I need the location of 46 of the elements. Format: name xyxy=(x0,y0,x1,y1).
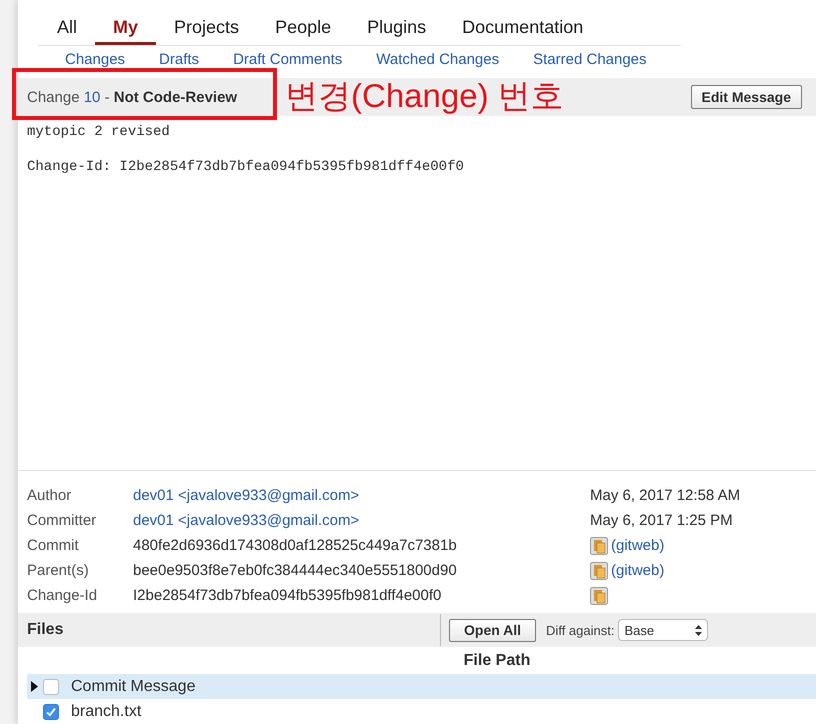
file-checkbox[interactable] xyxy=(43,704,59,720)
file-row[interactable]: Commit Message xyxy=(27,674,816,699)
copy-icon[interactable] xyxy=(590,536,608,554)
copy-icon[interactable] xyxy=(590,562,608,580)
date-text: May 6, 2017 12:58 AM xyxy=(590,487,740,504)
person-link[interactable]: dev01 <javalove933@gmail.com> xyxy=(133,512,590,529)
column-header: File Path xyxy=(464,652,530,670)
subnav-link[interactable]: Draft Comments xyxy=(233,51,342,68)
nav-tab[interactable]: My xyxy=(95,15,156,45)
nav-tab[interactable]: All xyxy=(39,15,96,45)
open-all-button[interactable]: Open All xyxy=(449,618,536,642)
subnav-link[interactable]: Watched Changes xyxy=(376,51,500,68)
commit-change-id: Change-Id: I2be2854f73db7bfea094fb5395fb981dff4e00f0 xyxy=(27,159,465,175)
diff-against-label: Diff against: xyxy=(546,622,614,638)
gitweb-link[interactable]: (gitweb) xyxy=(611,562,664,579)
nav-tab[interactable]: People xyxy=(257,15,350,45)
change-title: Change 10 - Not Code-Review xyxy=(27,88,238,106)
expand-icon[interactable] xyxy=(30,681,38,692)
date-text: May 6, 2017 1:25 PM xyxy=(590,512,733,529)
info-label: Commit xyxy=(27,537,80,554)
annotation-label: 변경(Change) 번호 xyxy=(285,76,564,116)
person-link[interactable]: dev01 <javalove933@gmail.com> xyxy=(133,487,590,504)
copy-icon[interactable] xyxy=(590,586,608,604)
file-row[interactable]: branch.txt xyxy=(27,699,816,724)
hash-value: 480fe2d6936d174308d0af128525c449a7c7381b xyxy=(133,537,458,554)
diff-base-select[interactable]: Base xyxy=(618,619,708,641)
info-label: Author xyxy=(27,487,72,504)
commit-subject: mytopic 2 revised xyxy=(27,124,171,140)
nav-tab[interactable]: Documentation xyxy=(444,15,602,45)
files-title: Files xyxy=(27,621,64,639)
info-label: Committer xyxy=(27,512,98,529)
subnav-link[interactable]: Changes xyxy=(65,51,126,68)
hash-value: bee0e9503f8e7eb0fc384444ec340e5551800d90 xyxy=(133,562,458,579)
file-name: Commit Message xyxy=(71,678,196,696)
subnav-link[interactable]: Drafts xyxy=(159,51,200,68)
file-name: branch.txt xyxy=(71,702,142,720)
gitweb-link[interactable]: (gitweb) xyxy=(611,537,664,554)
nav-tab[interactable]: Plugins xyxy=(349,15,444,45)
edit-message-button[interactable]: Edit Message xyxy=(690,85,802,109)
info-label: Change-Id xyxy=(27,587,98,604)
info-label: Parent(s) xyxy=(27,562,90,579)
hash-value: I2be2854f73db7bfea094fb5395fb981dff4e00f0 xyxy=(133,587,442,604)
nav-tab[interactable]: Projects xyxy=(156,15,258,45)
file-checkbox[interactable] xyxy=(43,678,59,694)
subnav-link[interactable]: Starred Changes xyxy=(533,51,647,68)
up-down-arrows-icon xyxy=(695,624,702,636)
